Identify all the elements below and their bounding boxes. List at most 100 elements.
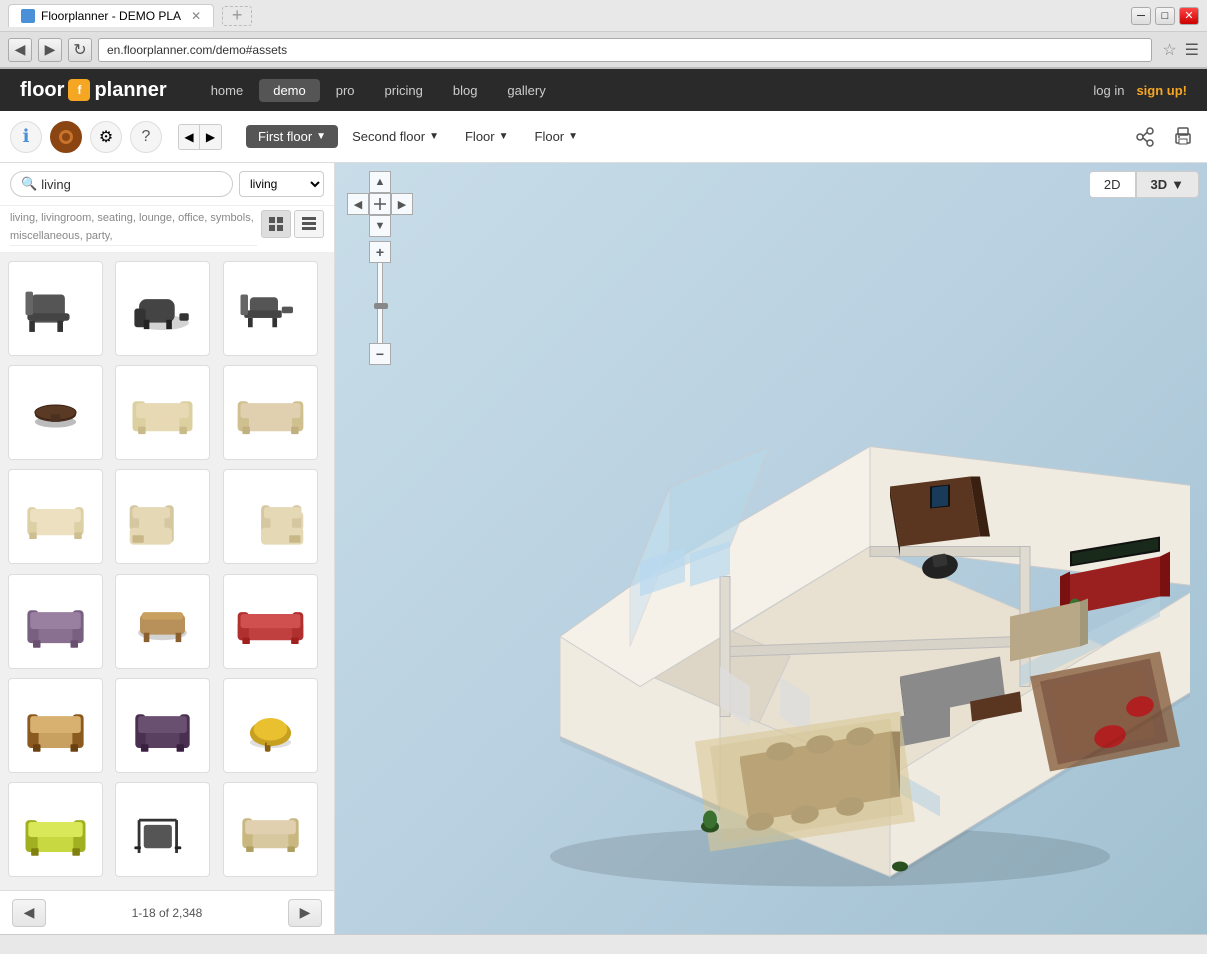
info-tool[interactable]: ℹ (10, 121, 42, 153)
pan-down-button[interactable]: ▼ (369, 215, 391, 237)
pan-center-button[interactable] (369, 193, 391, 215)
browser-menu-button[interactable]: ☰ (1185, 40, 1199, 60)
floor-tab-fourth-arrow: ▼ (568, 131, 578, 142)
floor-tab-first[interactable]: First floor ▼ (246, 125, 338, 148)
nav-demo[interactable]: demo (259, 79, 320, 102)
floor-tab-fourth-label: Floor (535, 129, 565, 144)
logo[interactable]: floor f planner (20, 79, 167, 102)
nav-home[interactable]: home (197, 79, 258, 102)
next-page-button[interactable]: ▶ (288, 899, 322, 927)
list-item[interactable] (8, 782, 103, 877)
items-grid (0, 253, 334, 890)
list-item[interactable] (223, 782, 318, 877)
pan-right-button[interactable]: ▶ (391, 193, 413, 215)
list-item[interactable] (115, 261, 210, 356)
floor-next-button[interactable]: ▶ (200, 124, 222, 150)
floor-tab-fourth[interactable]: Floor ▼ (523, 125, 591, 148)
list-item[interactable] (8, 365, 103, 460)
grid-view-button[interactable] (261, 210, 291, 238)
list-item[interactable] (115, 469, 210, 564)
address-bar[interactable] (98, 38, 1152, 62)
list-item[interactable] (8, 678, 103, 773)
browser-nav-bar: ◀ ▶ ↻ ☆ ☰ (0, 32, 1207, 68)
bookmark-star[interactable]: ☆ (1162, 40, 1176, 60)
floor-tab-second-arrow: ▼ (429, 131, 439, 142)
list-item[interactable] (8, 261, 103, 356)
tags-section: living, livingroom, seating, lounge, off… (0, 206, 334, 253)
maximize-button[interactable]: □ (1155, 7, 1175, 25)
list-item[interactable] (115, 678, 210, 773)
sidebar: 🔍 living kitchen bedroom bathroom living… (0, 163, 335, 934)
forward-button[interactable]: ▶ (38, 38, 62, 62)
zoom-handle[interactable] (374, 303, 388, 309)
3d-view-button[interactable]: 3D ▼ (1136, 171, 1200, 198)
browser-status-bar (0, 934, 1207, 954)
list-item[interactable] (223, 574, 318, 669)
view-controls: 2D 3D ▼ (1089, 171, 1199, 198)
logo-icon: f (68, 79, 90, 101)
floor-tab-third-label: Floor (465, 129, 495, 144)
tab-favicon (21, 9, 35, 23)
floor-tabs: First floor ▼ Second floor ▼ Floor ▼ Flo… (246, 125, 1123, 148)
toolbar: ℹ ⚙ ? ◀ ▶ First floor ▼ Second floor ▼ F… (0, 111, 1207, 163)
tab-close-button[interactable]: ✕ (191, 9, 201, 23)
toolbar-right (1131, 123, 1197, 151)
zoom-controls: + − (369, 241, 391, 365)
share-icon[interactable] (1131, 123, 1159, 151)
prev-page-button[interactable]: ◀ (12, 899, 46, 927)
list-item[interactable] (223, 678, 318, 773)
search-icon: 🔍 (21, 176, 37, 192)
nav-pro[interactable]: pro (322, 79, 369, 102)
nav-pricing[interactable]: pricing (371, 79, 437, 102)
list-item[interactable] (115, 574, 210, 669)
new-tab-button[interactable]: + (222, 6, 252, 26)
floor-tab-second[interactable]: Second floor ▼ (340, 125, 451, 148)
list-item[interactable] (223, 261, 318, 356)
search-input[interactable] (41, 177, 222, 192)
floor-tab-second-label: Second floor (352, 129, 425, 144)
login-button[interactable]: log in (1093, 83, 1124, 98)
list-view-button[interactable] (294, 210, 324, 238)
close-window-button[interactable]: ✕ (1179, 7, 1199, 25)
app-navigation: home demo pro pricing blog gallery (197, 79, 1094, 102)
tags-text: living, livingroom, seating, lounge, off… (10, 210, 257, 246)
pagination: ◀ 1-18 of 2,348 ▶ (0, 890, 334, 934)
list-item[interactable] (223, 365, 318, 460)
zoom-slider[interactable] (377, 263, 383, 343)
floor-prev-button[interactable]: ◀ (178, 124, 200, 150)
app-header: floor f planner home demo pro pricing bl… (0, 69, 1207, 111)
zoom-in-button[interactable]: + (369, 241, 391, 263)
zoom-out-button[interactable]: − (369, 343, 391, 365)
pan-controls: ▲ ◀ ▶ ▼ + − (347, 171, 413, 365)
list-item[interactable] (8, 574, 103, 669)
list-item[interactable] (223, 469, 318, 564)
logo-text-2: planner (94, 79, 166, 102)
floor-tab-third[interactable]: Floor ▼ (453, 125, 521, 148)
list-item[interactable] (8, 469, 103, 564)
list-item[interactable] (115, 365, 210, 460)
objects-tool[interactable] (50, 121, 82, 153)
floor-tab-first-arrow: ▼ (316, 131, 326, 142)
settings-tool[interactable]: ⚙ (90, 121, 122, 153)
2d-view-button[interactable]: 2D (1089, 171, 1136, 198)
canvas-area[interactable]: 2D 3D ▼ ▲ ◀ ▶ (335, 163, 1207, 934)
back-button[interactable]: ◀ (8, 38, 32, 62)
page-info: 1-18 of 2,348 (132, 906, 203, 920)
pan-left-button[interactable]: ◀ (347, 193, 369, 215)
search-section: 🔍 living kitchen bedroom bathroom (0, 163, 334, 206)
list-item[interactable] (115, 782, 210, 877)
nav-gallery[interactable]: gallery (493, 79, 559, 102)
refresh-button[interactable]: ↻ (68, 38, 92, 62)
pan-up-button[interactable]: ▲ (369, 171, 391, 193)
browser-tab[interactable]: Floorplanner - DEMO PLA ✕ (8, 4, 214, 27)
help-tool[interactable]: ? (130, 121, 162, 153)
signup-button[interactable]: sign up! (1136, 83, 1187, 98)
nav-blog[interactable]: blog (439, 79, 492, 102)
minimize-button[interactable]: ─ (1131, 7, 1151, 25)
tab-title: Floorplanner - DEMO PLA (41, 9, 181, 23)
floorplan-3d-view[interactable] (440, 256, 1190, 906)
main-area: 🔍 living kitchen bedroom bathroom living… (0, 163, 1207, 934)
3d-dropdown-arrow: ▼ (1171, 177, 1184, 192)
category-select[interactable]: living kitchen bedroom bathroom (239, 171, 324, 197)
print-icon[interactable] (1169, 123, 1197, 151)
